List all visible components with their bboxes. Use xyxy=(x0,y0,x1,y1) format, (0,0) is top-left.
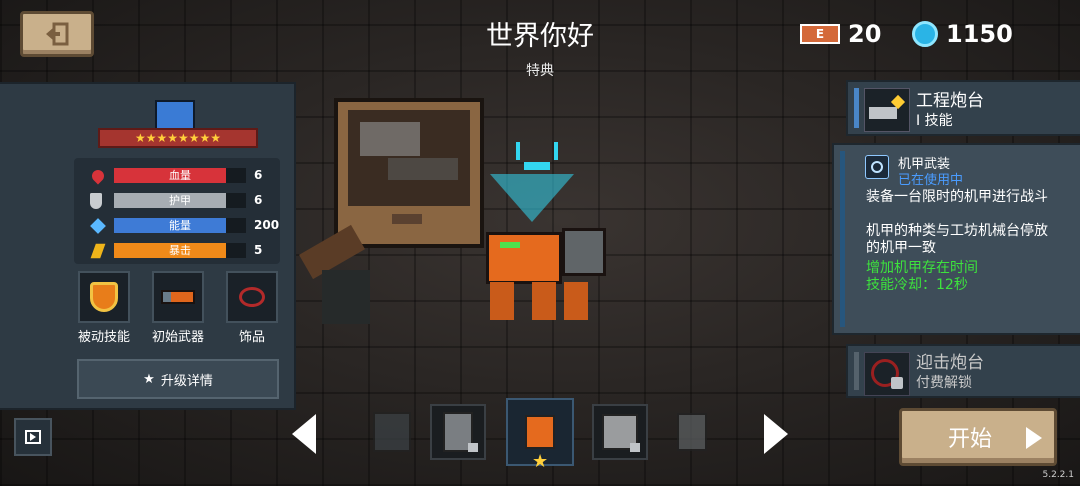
skin-5-icon xyxy=(677,413,707,451)
armor-label: 护甲 xyxy=(169,194,191,207)
skill-detail-card: 机甲武装 已在使用中 装备一台限时的机甲进行战斗 机甲的种类与工坊机械台停放的机… xyxy=(832,143,1080,335)
prev-skin-arrow[interactable] xyxy=(292,414,316,454)
weapon-display-table xyxy=(334,98,484,248)
skill-name-turret: 工程炮台 xyxy=(916,91,984,111)
starting-weapon-slot[interactable] xyxy=(152,271,204,323)
stat-row-armor: 护甲 6 xyxy=(86,192,278,210)
stat-row-energy: 能量 200 xyxy=(86,217,280,235)
energy-crystal-icon xyxy=(90,218,106,234)
star-rating: ★★★★★★★★ xyxy=(98,128,258,148)
skill-unlock-label: 付费解锁 xyxy=(916,375,972,391)
passive-skill-icon xyxy=(90,282,118,312)
turret-skill-icon xyxy=(864,88,910,132)
skin-1-icon xyxy=(373,412,411,452)
accessory-slot[interactable] xyxy=(226,271,278,323)
tree-decoration xyxy=(292,224,376,324)
character-sprite xyxy=(480,142,606,328)
stat-box: 血量 6 护甲 6 能量 200 暴击 5 xyxy=(74,158,280,264)
character-stats-panel: ★★★★★★★★ 血量 6 护甲 6 能量 200 暴击 5 被动技能 初始武器 xyxy=(0,82,296,410)
skill-level-turret: I 技能 xyxy=(916,113,953,129)
skin-3-icon xyxy=(525,415,555,449)
skill-card-turret[interactable]: 工程炮台 I 技能 xyxy=(846,80,1080,136)
detail-skill-desc-2: 机甲的种类与工坊机械台停放的机甲一致 xyxy=(866,223,1048,256)
heart-icon xyxy=(89,167,107,185)
passive-skill-slot[interactable] xyxy=(78,271,130,323)
lock-icon xyxy=(468,443,478,452)
selected-star-icon: ★ xyxy=(532,451,549,472)
energy-icon: E xyxy=(800,24,840,44)
crit-value: 5 xyxy=(254,243,263,257)
crit-label: 暴击 xyxy=(169,244,191,257)
exit-icon xyxy=(46,22,69,46)
upgrade-details-label: 升级详情 xyxy=(160,373,213,389)
detail-skill-bonus-2: 技能冷却：12秒 xyxy=(866,277,968,293)
locked-stripe xyxy=(854,352,859,390)
energy-stat-value: 200 xyxy=(254,218,280,232)
lock-icon xyxy=(891,377,903,389)
character-portrait-icon xyxy=(155,100,195,130)
star-icon: ★ xyxy=(143,371,155,387)
start-button[interactable]: 开始 xyxy=(899,408,1057,466)
skin-option-1[interactable] xyxy=(364,404,420,460)
energy-counter: E 20 xyxy=(800,18,881,50)
upgrade-details-button[interactable]: ★ 升级详情 xyxy=(77,359,279,399)
version-text: 5.2.2.1 xyxy=(1042,470,1075,480)
starting-weapon-label: 初始武器 xyxy=(151,330,204,345)
skin-option-5[interactable] xyxy=(664,404,720,460)
gem-counter: 1150 xyxy=(912,18,1013,50)
lock-icon xyxy=(630,443,640,452)
start-label: 开始 xyxy=(948,427,993,452)
play-arrow-icon xyxy=(1026,427,1042,449)
intercept-turret-icon xyxy=(864,352,910,396)
crit-icon xyxy=(90,243,106,259)
hp-value: 6 xyxy=(254,168,263,182)
shield-icon xyxy=(90,193,102,209)
detail-skill-status: 已在使用中 xyxy=(898,173,964,188)
accessory-label: 饰品 xyxy=(238,330,265,345)
skill-card-locked[interactable]: 迎击炮台 付费解锁 xyxy=(846,344,1080,398)
skin-name: 特典 xyxy=(526,63,554,79)
play-icon xyxy=(25,430,41,444)
screen-record-button[interactable] xyxy=(14,418,52,456)
passive-skill-label: 被动技能 xyxy=(77,330,130,345)
mech-skill-icon xyxy=(865,155,889,179)
character-name: 世界你好 xyxy=(486,21,594,52)
detail-skill-desc-1: 装备一台限时的机甲进行战斗 xyxy=(866,189,1048,205)
hp-label: 血量 xyxy=(169,169,191,182)
gem-icon xyxy=(912,21,938,47)
gem-value: 1150 xyxy=(946,20,1013,48)
skin-option-4[interactable] xyxy=(592,404,648,460)
detail-stripe xyxy=(840,151,845,327)
skin-option-3-selected[interactable]: ★ xyxy=(506,398,574,472)
energy-label: 能量 xyxy=(169,219,191,232)
armor-value: 6 xyxy=(254,193,263,207)
energy-value: 20 xyxy=(848,20,882,48)
starting-weapon-icon xyxy=(161,290,195,304)
stat-row-crit: 暴击 5 xyxy=(86,242,278,260)
selected-indicator xyxy=(854,88,859,128)
exit-button[interactable] xyxy=(20,11,94,57)
stat-row-hp: 血量 6 xyxy=(86,167,278,185)
next-skin-arrow[interactable] xyxy=(764,414,788,454)
accessory-icon xyxy=(239,287,265,307)
skin-option-2[interactable] xyxy=(430,404,486,460)
skill-name-locked: 迎击炮台 xyxy=(916,353,984,373)
